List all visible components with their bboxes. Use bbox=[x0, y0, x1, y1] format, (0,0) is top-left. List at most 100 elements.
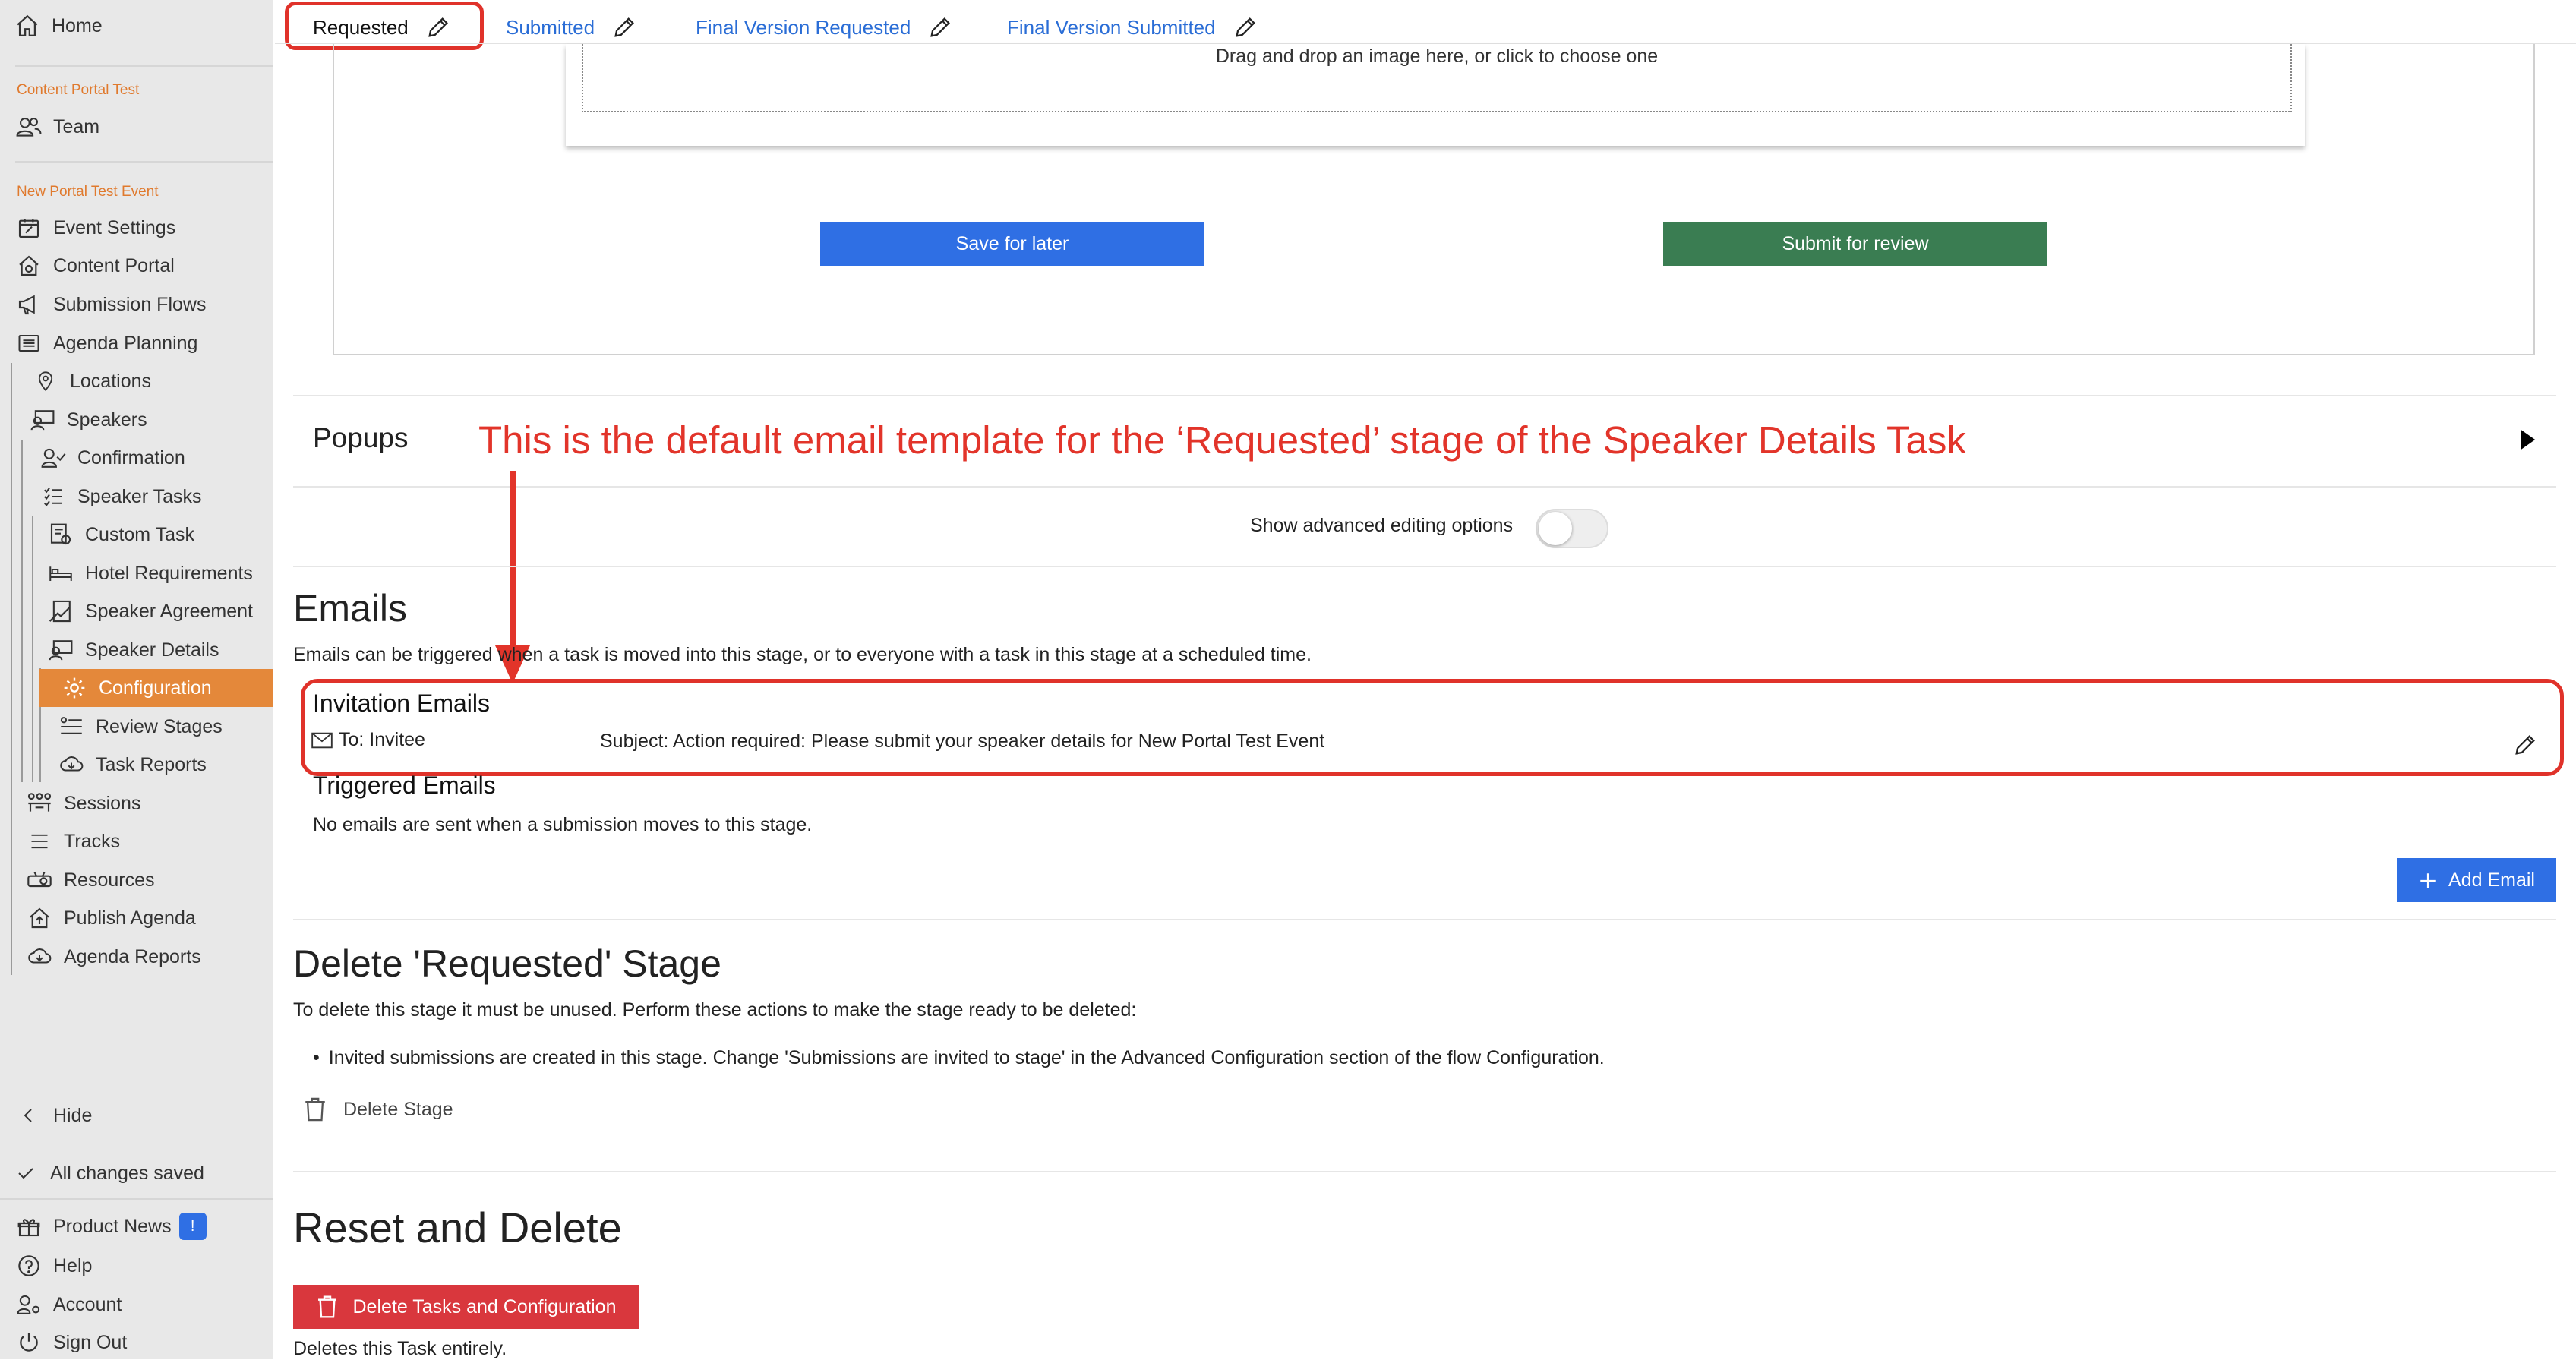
image-drop-zone[interactable]: Drag and drop an image here, or click to… bbox=[582, 44, 2292, 112]
sidebar-item-label: Speaker Agreement bbox=[85, 600, 253, 622]
delete-stage-heading: Delete 'Requested' Stage bbox=[293, 942, 721, 985]
sidebar-item-label: Confirmation bbox=[77, 446, 185, 469]
submit-for-review-button[interactable]: Submit for review bbox=[1663, 222, 2047, 266]
tab-final-version-requested[interactable]: Final Version Requested bbox=[696, 8, 953, 47]
save-for-later-button[interactable]: Save for later bbox=[820, 222, 1204, 266]
sidebar-item-event-settings[interactable]: Event Settings bbox=[0, 209, 273, 247]
sidebar-item-label: Review Stages bbox=[96, 715, 223, 737]
reset-delete-note: Deletes this Task entirely. bbox=[293, 1338, 507, 1359]
sidebar-item-label: Product News bbox=[53, 1215, 172, 1237]
sidebar-item-custom-task[interactable]: Custom Task bbox=[0, 516, 273, 554]
sidebar-item-agenda-reports[interactable]: Agenda Reports bbox=[0, 938, 273, 976]
agreement-icon bbox=[44, 595, 77, 628]
sidebar-divider bbox=[15, 65, 273, 67]
divider bbox=[293, 395, 2556, 396]
sidebar-item-label: Custom Task bbox=[85, 523, 195, 545]
review-stages-icon bbox=[55, 710, 88, 743]
advanced-editing-label: Show advanced editing options bbox=[1250, 515, 1514, 536]
sidebar-item-label: Home bbox=[52, 14, 103, 36]
sidebar-item-label: Sign Out bbox=[53, 1331, 128, 1353]
tab-submitted[interactable]: Submitted bbox=[506, 8, 637, 47]
triggered-emails-heading: Triggered Emails bbox=[313, 772, 496, 799]
sidebar-item-speakers[interactable]: Speakers bbox=[0, 401, 273, 439]
sidebar-item-label: Content Portal bbox=[53, 254, 175, 276]
sidebar-item-tracks[interactable]: Tracks bbox=[0, 822, 273, 860]
sidebar-item-speaker-tasks[interactable]: Speaker Tasks bbox=[0, 478, 273, 516]
expand-arrow-icon[interactable] bbox=[2520, 428, 2537, 455]
reset-delete-heading: Reset and Delete bbox=[293, 1204, 622, 1251]
pencil-icon[interactable] bbox=[927, 14, 953, 40]
user-check-icon bbox=[36, 441, 70, 475]
sidebar-item-content-portal[interactable]: Content Portal bbox=[0, 247, 273, 285]
power-icon bbox=[12, 1326, 46, 1359]
delete-tasks-label: Delete Tasks and Configuration bbox=[352, 1295, 617, 1317]
sidebar-item-sign-out[interactable]: Sign Out bbox=[0, 1324, 273, 1359]
home-icon bbox=[11, 9, 44, 43]
pencil-icon[interactable] bbox=[1233, 14, 1258, 40]
sidebar-hide-button[interactable]: Hide bbox=[0, 1097, 273, 1134]
delete-stage-description: To delete this stage it must be unused. … bbox=[293, 999, 1137, 1021]
checklist-icon bbox=[36, 480, 70, 513]
check-icon bbox=[9, 1156, 43, 1190]
add-email-label: Add Email bbox=[2448, 869, 2535, 891]
divider bbox=[293, 1171, 2556, 1172]
bullet: • bbox=[313, 1047, 320, 1068]
plus-icon bbox=[2418, 869, 2438, 891]
divider bbox=[293, 486, 2556, 488]
help-icon bbox=[12, 1249, 46, 1283]
sidebar-item-account[interactable]: Account bbox=[0, 1286, 273, 1324]
drop-zone-text: Drag and drop an image here, or click to… bbox=[1215, 46, 1659, 67]
notification-badge: ! bbox=[178, 1213, 207, 1240]
calendar-edit-icon bbox=[12, 211, 46, 245]
tab-final-version-submitted[interactable]: Final Version Submitted bbox=[1007, 8, 1258, 47]
annotation-highlight-email bbox=[301, 679, 2564, 776]
list-icon bbox=[12, 327, 46, 360]
cloud-download-icon bbox=[55, 748, 88, 781]
gear-icon bbox=[58, 671, 91, 705]
sidebar-section-label: Content Portal Test bbox=[17, 82, 140, 98]
delete-stage-requirement: • Invited submissions are created in this… bbox=[313, 1047, 1605, 1069]
emails-heading: Emails bbox=[293, 587, 408, 630]
cloud-download-icon bbox=[23, 940, 56, 973]
tab-label: Submitted bbox=[506, 15, 595, 39]
sidebar-item-label: Hotel Requirements bbox=[85, 562, 253, 584]
trash-icon bbox=[304, 1097, 327, 1122]
triggered-emails-empty: No emails are sent when a submission mov… bbox=[313, 814, 813, 835]
sidebar-item-configuration[interactable]: Configuration bbox=[39, 669, 273, 707]
sidebar-item-locations[interactable]: Locations bbox=[0, 362, 273, 400]
sidebar-item-home[interactable]: Home bbox=[0, 7, 273, 45]
publish-icon bbox=[23, 901, 56, 935]
delete-tasks-configuration-button[interactable]: Delete Tasks and Configuration bbox=[293, 1285, 639, 1329]
sidebar-item-publish-agenda[interactable]: Publish Agenda bbox=[0, 899, 273, 937]
house-gear-icon bbox=[12, 249, 46, 282]
sidebar-item-label: Speaker Details bbox=[85, 639, 219, 661]
sidebar-item-task-reports[interactable]: Task Reports bbox=[0, 746, 273, 784]
advanced-editing-toggle[interactable] bbox=[1536, 509, 1608, 548]
sidebar-item-label: Tracks bbox=[64, 830, 121, 852]
sidebar-item-team[interactable]: Team bbox=[0, 108, 273, 146]
sidebar-section-label: New Portal Test Event bbox=[17, 184, 159, 200]
chevron-left-icon bbox=[12, 1099, 46, 1132]
sidebar-item-resources[interactable]: Resources bbox=[0, 861, 273, 899]
sidebar-item-hotel-requirements[interactable]: Hotel Requirements bbox=[0, 554, 273, 592]
popups-heading[interactable]: Popups bbox=[313, 422, 409, 454]
sidebar-item-agenda-planning[interactable]: Agenda Planning bbox=[0, 324, 273, 362]
add-email-button[interactable]: Add Email bbox=[2397, 858, 2556, 902]
pencil-icon[interactable] bbox=[611, 14, 637, 40]
save-status: All changes saved bbox=[0, 1154, 273, 1192]
sidebar-item-confirmation[interactable]: Confirmation bbox=[0, 439, 273, 477]
sidebar-item-label: Resources bbox=[64, 869, 155, 891]
tab-label: Final Version Submitted bbox=[1007, 15, 1216, 39]
sidebar-item-speaker-details[interactable]: Speaker Details bbox=[0, 631, 273, 669]
users-icon bbox=[12, 110, 46, 144]
location-pin-icon bbox=[29, 364, 62, 398]
delete-stage-button[interactable]: Delete Stage bbox=[304, 1097, 453, 1122]
sidebar-item-label: Publish Agenda bbox=[64, 907, 196, 929]
sidebar-item-review-stages[interactable]: Review Stages bbox=[0, 708, 273, 746]
megaphone-icon bbox=[12, 288, 46, 321]
sidebar-item-product-news[interactable]: Product News ! bbox=[0, 1207, 273, 1245]
sidebar-item-help[interactable]: Help bbox=[0, 1247, 273, 1285]
sidebar-item-submission-flows[interactable]: Submission Flows bbox=[0, 286, 273, 323]
sidebar-item-sessions[interactable]: Sessions bbox=[0, 784, 273, 822]
sidebar-item-speaker-agreement[interactable]: Speaker Agreement bbox=[0, 592, 273, 630]
